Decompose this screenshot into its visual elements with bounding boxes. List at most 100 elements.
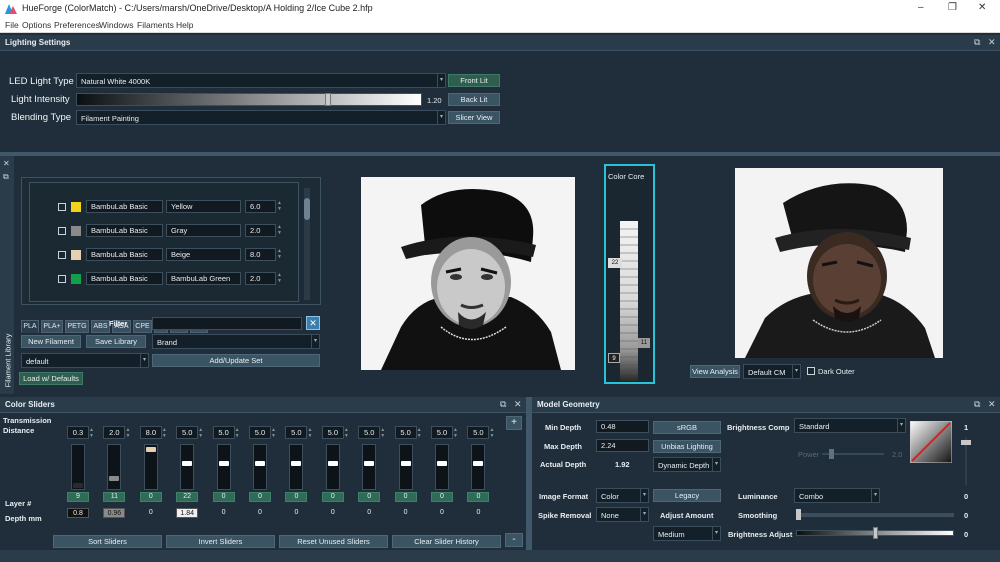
maximize-button[interactable]: ❐ <box>948 2 957 13</box>
color-slider-handle[interactable] <box>255 461 265 467</box>
filament-td[interactable]: 2.0 <box>245 272 276 285</box>
power-slider[interactable] <box>822 449 884 459</box>
transmission-value[interactable]: 5.0 ▲ ▼ <box>467 426 494 439</box>
brightness-curve-icon[interactable] <box>910 421 952 463</box>
light-intensity-handle[interactable] <box>325 93 332 106</box>
transmission-value[interactable]: 5.0 ▲ ▼ <box>358 426 385 439</box>
spin-arrows-icon[interactable]: ▲ ▼ <box>125 427 130 439</box>
color-slider-track[interactable] <box>253 444 267 490</box>
menu-windows[interactable]: Windows <box>99 20 133 30</box>
brand-select[interactable]: Brand ▾ <box>152 334 320 349</box>
color-slider-track[interactable] <box>471 444 486 490</box>
blending-type-select[interactable]: Filament Painting ▾ <box>76 110 446 125</box>
sort-sliders-button[interactable]: Sort Sliders <box>53 535 162 548</box>
color-slider-track[interactable] <box>398 444 413 490</box>
close-icon[interactable]: ✕ <box>988 37 996 48</box>
light-intensity-slider[interactable] <box>76 93 422 106</box>
filament-brand[interactable]: BambuLab Basic <box>86 200 163 213</box>
filament-td[interactable]: 8.0 <box>245 248 276 261</box>
spike-removal-select[interactable]: None ▾ <box>596 507 649 522</box>
tab-cpe[interactable]: CPE <box>133 320 152 333</box>
add-update-set-button[interactable]: Add/Update Set <box>152 354 320 367</box>
spin-arrows-icon[interactable]: ▲ ▼ <box>453 427 458 439</box>
clear-slider-history-button[interactable]: Clear Slider History <box>392 535 501 548</box>
right-vertical-handle[interactable] <box>961 440 971 445</box>
color-slider-handle[interactable] <box>145 447 156 452</box>
dynamic-depth-select[interactable]: Dynamic Depth ▾ <box>653 457 721 472</box>
color-slider-track[interactable] <box>180 444 195 490</box>
spin-arrows-icon[interactable]: ▲ ▼ <box>235 427 240 439</box>
color-slider-track[interactable] <box>216 444 231 490</box>
color-slider-track[interactable] <box>143 444 158 490</box>
spin-arrows-icon[interactable]: ▲ ▼ <box>277 248 282 260</box>
tab-petg[interactable]: PETG <box>65 320 89 333</box>
color-slider-handle[interactable] <box>218 461 229 467</box>
spin-arrows-icon[interactable]: ▲ ▼ <box>417 427 422 439</box>
filament-checkbox[interactable] <box>58 203 66 211</box>
new-filament-button[interactable]: New Filament <box>21 335 81 348</box>
dark-outer-checkbox[interactable] <box>807 367 815 375</box>
filament-row[interactable]: BambuLab Basic BambuLab Green 2.0 ▲ ▼ <box>30 270 298 288</box>
color-slider-track[interactable] <box>362 444 377 490</box>
color-slider-track[interactable] <box>325 444 340 490</box>
brightness-adjust-slider[interactable] <box>796 527 954 539</box>
filament-checkbox[interactable] <box>58 251 66 259</box>
clear-filter-icon[interactable]: ✕ <box>306 316 320 330</box>
set-select[interactable]: default ▾ <box>21 353 149 368</box>
spin-arrows-icon[interactable]: ▲ ▼ <box>489 427 494 439</box>
color-preview-image[interactable] <box>735 168 943 358</box>
color-slider-handle[interactable] <box>327 461 338 467</box>
spin-arrows-icon[interactable]: ▲ ▼ <box>307 427 312 439</box>
spin-arrows-icon[interactable]: ▲ ▼ <box>89 427 94 439</box>
tab-pla[interactable]: PLA <box>21 320 39 333</box>
color-slider-handle[interactable] <box>473 461 484 467</box>
spin-arrows-icon[interactable]: ▲ ▼ <box>277 224 282 236</box>
filament-row[interactable]: BambuLab Basic Gray 2.0 ▲ ▼ <box>30 222 298 240</box>
minimize-button[interactable]: – <box>918 2 924 13</box>
transmission-value[interactable]: 5.0 ▲ ▼ <box>285 426 312 439</box>
spin-arrows-icon[interactable]: ▲ ▼ <box>162 427 167 439</box>
close-button[interactable]: ✕ <box>978 2 986 13</box>
filament-checkbox[interactable] <box>58 275 66 283</box>
brightness-adjust-handle[interactable] <box>873 527 878 539</box>
transmission-value[interactable]: 5.0 ▲ ▼ <box>321 426 349 439</box>
color-slider-track[interactable] <box>71 444 85 490</box>
add-slider-button[interactable]: + <box>506 416 522 430</box>
save-library-button[interactable]: Save Library <box>86 335 146 348</box>
max-depth-input[interactable]: 2.24 <box>596 439 649 452</box>
spin-arrows-icon[interactable]: ▲ ▼ <box>380 427 385 439</box>
filament-name[interactable]: BambuLab Green <box>166 272 241 285</box>
color-slider-track[interactable] <box>435 444 449 490</box>
transmission-value[interactable]: 5.0 ▲ ▼ <box>249 426 276 439</box>
tab-pla-plus[interactable]: PLA+ <box>41 320 63 333</box>
filament-row[interactable]: BambuLab Basic Yellow 6.0 ▲ ▼ <box>30 198 298 216</box>
color-slider-handle[interactable] <box>73 483 83 488</box>
smoothing-slider[interactable] <box>796 509 954 520</box>
filament-brand[interactable]: BambuLab Basic <box>86 248 163 261</box>
menu-options[interactable]: Options <box>22 20 51 30</box>
menu-file[interactable]: File <box>5 20 19 30</box>
filament-brand[interactable]: BambuLab Basic <box>86 224 163 237</box>
core-marker-top[interactable]: 22 <box>608 258 622 268</box>
srgb-button[interactable]: sRGB <box>653 421 721 434</box>
adjust-level-select[interactable]: Medium ▾ <box>653 526 721 541</box>
transmission-value[interactable]: 2.0 ▲ ▼ <box>103 426 130 439</box>
luminance-select[interactable]: Combo ▾ <box>794 488 880 503</box>
filament-checkbox[interactable] <box>58 227 66 235</box>
color-slider-handle[interactable] <box>364 461 375 467</box>
color-slider-track[interactable] <box>107 444 122 490</box>
transmission-value[interactable]: 8.0 ▲ ▼ <box>139 426 167 439</box>
min-depth-input[interactable]: 0.48 <box>596 420 649 433</box>
image-format-select[interactable]: Color ▾ <box>596 488 649 503</box>
remove-slider-button[interactable]: - <box>505 533 523 547</box>
filament-td[interactable]: 6.0 <box>245 200 276 213</box>
close-icon[interactable]: ✕ <box>514 399 522 410</box>
smoothing-handle[interactable] <box>796 509 801 520</box>
float-icon[interactable]: ⧉ <box>974 399 980 410</box>
invert-sliders-button[interactable]: Invert Sliders <box>166 535 275 548</box>
legacy-button[interactable]: Legacy <box>653 489 721 502</box>
float-icon[interactable]: ⧉ <box>500 399 506 410</box>
spin-arrows-icon[interactable]: ▲ ▼ <box>277 200 282 212</box>
color-model-select[interactable]: Default CM ▾ <box>743 364 801 379</box>
filament-name[interactable]: Yellow <box>166 200 241 213</box>
